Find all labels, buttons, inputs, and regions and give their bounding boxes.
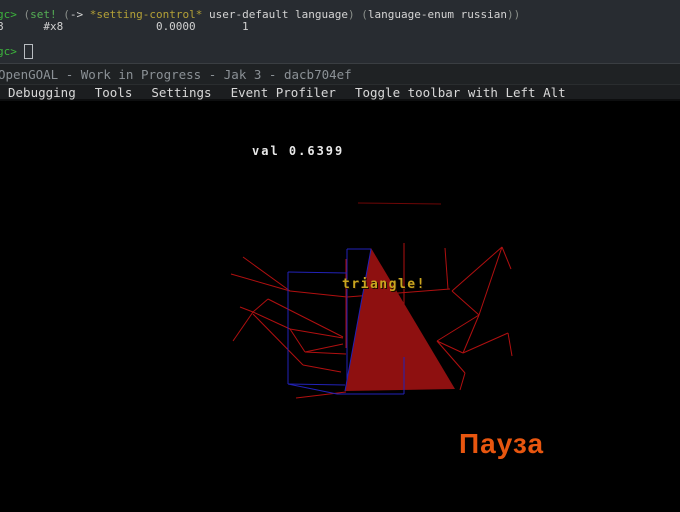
red-wire-segment — [437, 341, 463, 353]
menu-item-debugging[interactable]: Debugging — [8, 85, 76, 100]
red-wire-segment — [290, 329, 305, 352]
red-wire-segment — [437, 315, 479, 341]
red-wire-segment — [305, 352, 346, 354]
repl-prompt: gc> — [0, 46, 17, 58]
blue-wire-segment — [288, 272, 347, 273]
window-titlebar: OpenGOAL - Work in Progress - Jak 3 - da… — [0, 63, 680, 84]
triangle-label: triangle! — [342, 277, 426, 292]
menu-item-event-profiler[interactable]: Event Profiler — [231, 85, 336, 100]
red-wire-segment — [240, 307, 253, 312]
red-wire-segment — [502, 247, 511, 269]
red-wire-segment — [243, 257, 290, 291]
wireframe-canvas — [0, 101, 680, 512]
menu-item-toggle-toolbar-with-left-alt[interactable]: Toggle toolbar with Left Alt — [355, 85, 566, 100]
repl-token: ) — [348, 8, 355, 21]
text-cursor — [24, 44, 33, 59]
red-wire-segment — [253, 312, 290, 329]
debug-triangle — [345, 248, 455, 391]
repl-token: ( — [361, 8, 368, 21]
blue-wire-segment — [288, 384, 345, 385]
red-wire-segment — [358, 203, 441, 204]
repl-terminal[interactable]: gc> (set! (-> *setting-control* user-def… — [0, 0, 680, 63]
red-wire-segment — [460, 373, 465, 390]
pause-text: Пауза — [459, 428, 544, 460]
menu-bar[interactable]: Debugging Tools Settings Event Profiler Togg… — [0, 84, 680, 101]
red-wire-segment — [445, 248, 448, 289]
debug-3d-viewport[interactable] — [0, 101, 680, 512]
red-wire-segment — [296, 392, 346, 398]
red-wire-segment — [452, 291, 479, 315]
blue-wire-segment — [288, 384, 337, 394]
red-wire-segment — [253, 299, 268, 312]
debug-val-label: val 0.6399 — [252, 144, 344, 158]
menu-item-settings[interactable]: Settings — [151, 85, 211, 100]
red-wire-segment — [253, 314, 303, 365]
red-wire-segment — [508, 333, 512, 356]
repl-output-line: 8 #x8 0.0000 1 — [0, 21, 249, 33]
red-wire-segment — [290, 291, 347, 297]
repl-token: language-enum russian — [368, 8, 507, 21]
red-wire-segment — [303, 365, 341, 372]
repl-prompt-row[interactable]: gc> — [0, 44, 33, 59]
repl-token: )) — [507, 8, 520, 21]
red-wire-segment — [231, 274, 290, 291]
red-wire-segment — [305, 344, 343, 352]
menu-item-tools[interactable]: Tools — [95, 85, 133, 100]
red-wire-segment — [233, 312, 253, 341]
window-title: OpenGOAL - Work in Progress - Jak 3 - da… — [0, 67, 352, 82]
